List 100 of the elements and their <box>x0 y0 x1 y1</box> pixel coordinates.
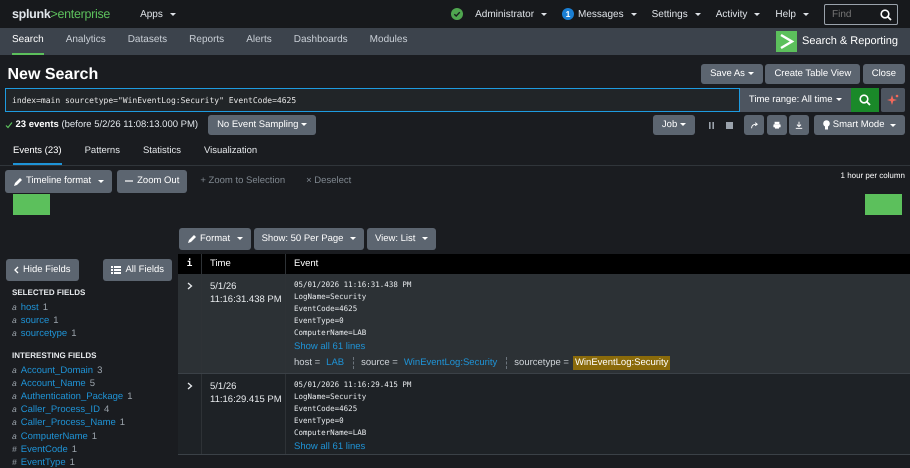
caret-icon <box>350 237 356 240</box>
job-button[interactable]: Job <box>652 115 696 135</box>
field-count: 5 <box>90 378 95 389</box>
result-tab[interactable]: Statistics <box>142 140 181 166</box>
result-tab[interactable]: Visualization <box>204 140 258 166</box>
caret-icon <box>754 12 760 16</box>
print-button[interactable] <box>766 115 787 135</box>
caret-icon <box>694 12 701 16</box>
show-all-link[interactable]: Show all 61 lines <box>294 441 366 453</box>
chevron-right-icon[interactable] <box>186 382 192 390</box>
field-value-link[interactable]: LAB <box>324 356 346 370</box>
field-type: a <box>12 430 17 441</box>
list-icon <box>111 266 122 274</box>
timeline-button[interactable]: Zoom Out <box>117 170 188 192</box>
field-label: source = <box>361 356 398 370</box>
title-button[interactable]: Save As <box>701 64 763 84</box>
field-label: sourcetype = <box>514 356 569 370</box>
title-button[interactable]: Close <box>862 64 905 84</box>
search-icon <box>880 8 892 20</box>
section-heading: INTERESTING FIELDS <box>12 350 98 362</box>
nav-tab[interactable]: Search <box>12 25 44 55</box>
caret-icon <box>541 12 548 16</box>
stop-icon[interactable] <box>726 122 734 128</box>
app-logo-icon <box>776 31 797 52</box>
nav-tab[interactable]: Modules <box>370 25 408 55</box>
search-button[interactable] <box>850 88 878 112</box>
column-header: Time <box>210 256 231 271</box>
list-option-button[interactable]: View: List <box>366 228 436 250</box>
event-date: 5/1/26 <box>210 380 238 393</box>
field-link[interactable]: Caller_Process_Name <box>20 417 116 428</box>
assistant-button[interactable] <box>881 88 905 112</box>
time-range-button[interactable]: Time range: All time <box>740 88 850 112</box>
field-link[interactable]: Account_Name <box>20 378 86 389</box>
field-link[interactable]: ComputerName <box>20 430 88 442</box>
hide-fields-button[interactable]: Hide Fields <box>6 258 79 281</box>
result-tab[interactable]: Patterns <box>84 140 120 166</box>
caret-icon <box>630 12 637 16</box>
field-count: 1 <box>71 328 77 340</box>
event-time: 11:16:29.415 PM <box>210 393 283 406</box>
message-count: 1 <box>562 8 574 20</box>
nav-tab[interactable]: Datasets <box>128 25 168 55</box>
caret-icon <box>836 98 842 101</box>
logo[interactable]: splunk>enterprise <box>12 4 110 24</box>
field-value-link[interactable]: WinEventLog:Security <box>402 356 500 370</box>
field-type: a <box>12 302 17 312</box>
timeline-button[interactable]: Timeline format <box>5 170 112 192</box>
field-link[interactable]: host <box>20 302 39 313</box>
pencil-icon <box>13 176 22 186</box>
menu-item[interactable]: Settings <box>652 6 701 22</box>
app-name[interactable]: Search & Reporting <box>802 33 898 50</box>
field-link[interactable]: EventType <box>20 457 66 468</box>
minus-icon <box>125 180 134 182</box>
search-field[interactable]: index=main sourcetype="WinEventLog:Security" EventCode=4625 <box>5 88 740 112</box>
timeline-bar <box>13 194 50 214</box>
caret-icon <box>301 122 308 126</box>
field-count: 3 <box>97 364 102 376</box>
show-all-link[interactable]: Show all 61 lines <box>294 340 366 353</box>
caret-icon <box>237 237 244 240</box>
nav-tab[interactable]: Reports <box>189 25 224 55</box>
field-value-link[interactable]: WinEventLog:Security <box>572 356 670 370</box>
all-fields-button[interactable]: All Fields <box>103 258 172 281</box>
caret-icon <box>170 12 176 16</box>
nav-tab[interactable]: Alerts <box>246 25 272 55</box>
check-circle-icon <box>451 8 464 20</box>
apps-menu[interactable]: Apps <box>140 6 176 22</box>
field-link[interactable]: sourcetype <box>20 328 68 340</box>
export-button[interactable] <box>789 115 810 135</box>
event-date: 5/1/26 <box>210 280 238 293</box>
share-button[interactable] <box>744 115 764 135</box>
nav-tab[interactable]: Analytics <box>66 25 106 55</box>
column-header: Event <box>294 256 318 271</box>
field-link[interactable]: Account_Domain <box>20 364 94 376</box>
nav-tab[interactable]: Dashboards <box>294 25 348 55</box>
field-type: a <box>12 378 17 388</box>
timeline-scale: 1 hour per column <box>840 170 905 182</box>
download-icon <box>795 120 804 130</box>
timeline-bar <box>865 194 902 214</box>
field-count: 1 <box>92 430 98 442</box>
result-tab[interactable]: Events (23) <box>13 140 62 166</box>
menu-item[interactable]: Messages <box>578 6 637 22</box>
field-link[interactable]: EventCode <box>20 444 68 455</box>
field-link[interactable]: Caller_Process_ID <box>20 404 100 416</box>
find-field[interactable]: Find <box>824 4 898 24</box>
menu-item[interactable]: Help <box>775 6 809 22</box>
list-option-button[interactable]: Format <box>179 228 252 250</box>
pause-icon[interactable] <box>709 122 714 128</box>
event-count-text: 23 events (before 5/2/26 11:08:13.000 PM) <box>16 118 198 132</box>
menu-item[interactable]: Administrator <box>475 6 548 22</box>
title-button[interactable]: Create Table View <box>765 64 860 84</box>
chevron-right-icon[interactable] <box>186 282 192 290</box>
field-type: a <box>12 417 17 428</box>
field-link[interactable]: source <box>20 315 50 326</box>
field-count: 1 <box>42 302 48 313</box>
list-option-button[interactable]: Show: 50 Per Page <box>254 228 364 250</box>
field-count: 1 <box>53 315 59 326</box>
sampling-button[interactable]: No Event Sampling <box>208 115 316 135</box>
field-type: a <box>12 364 17 375</box>
field-link[interactable]: Authentication_Package <box>20 391 124 402</box>
mode-button[interactable]: Smart Mode <box>814 115 905 135</box>
menu-item[interactable]: Activity <box>716 6 760 22</box>
